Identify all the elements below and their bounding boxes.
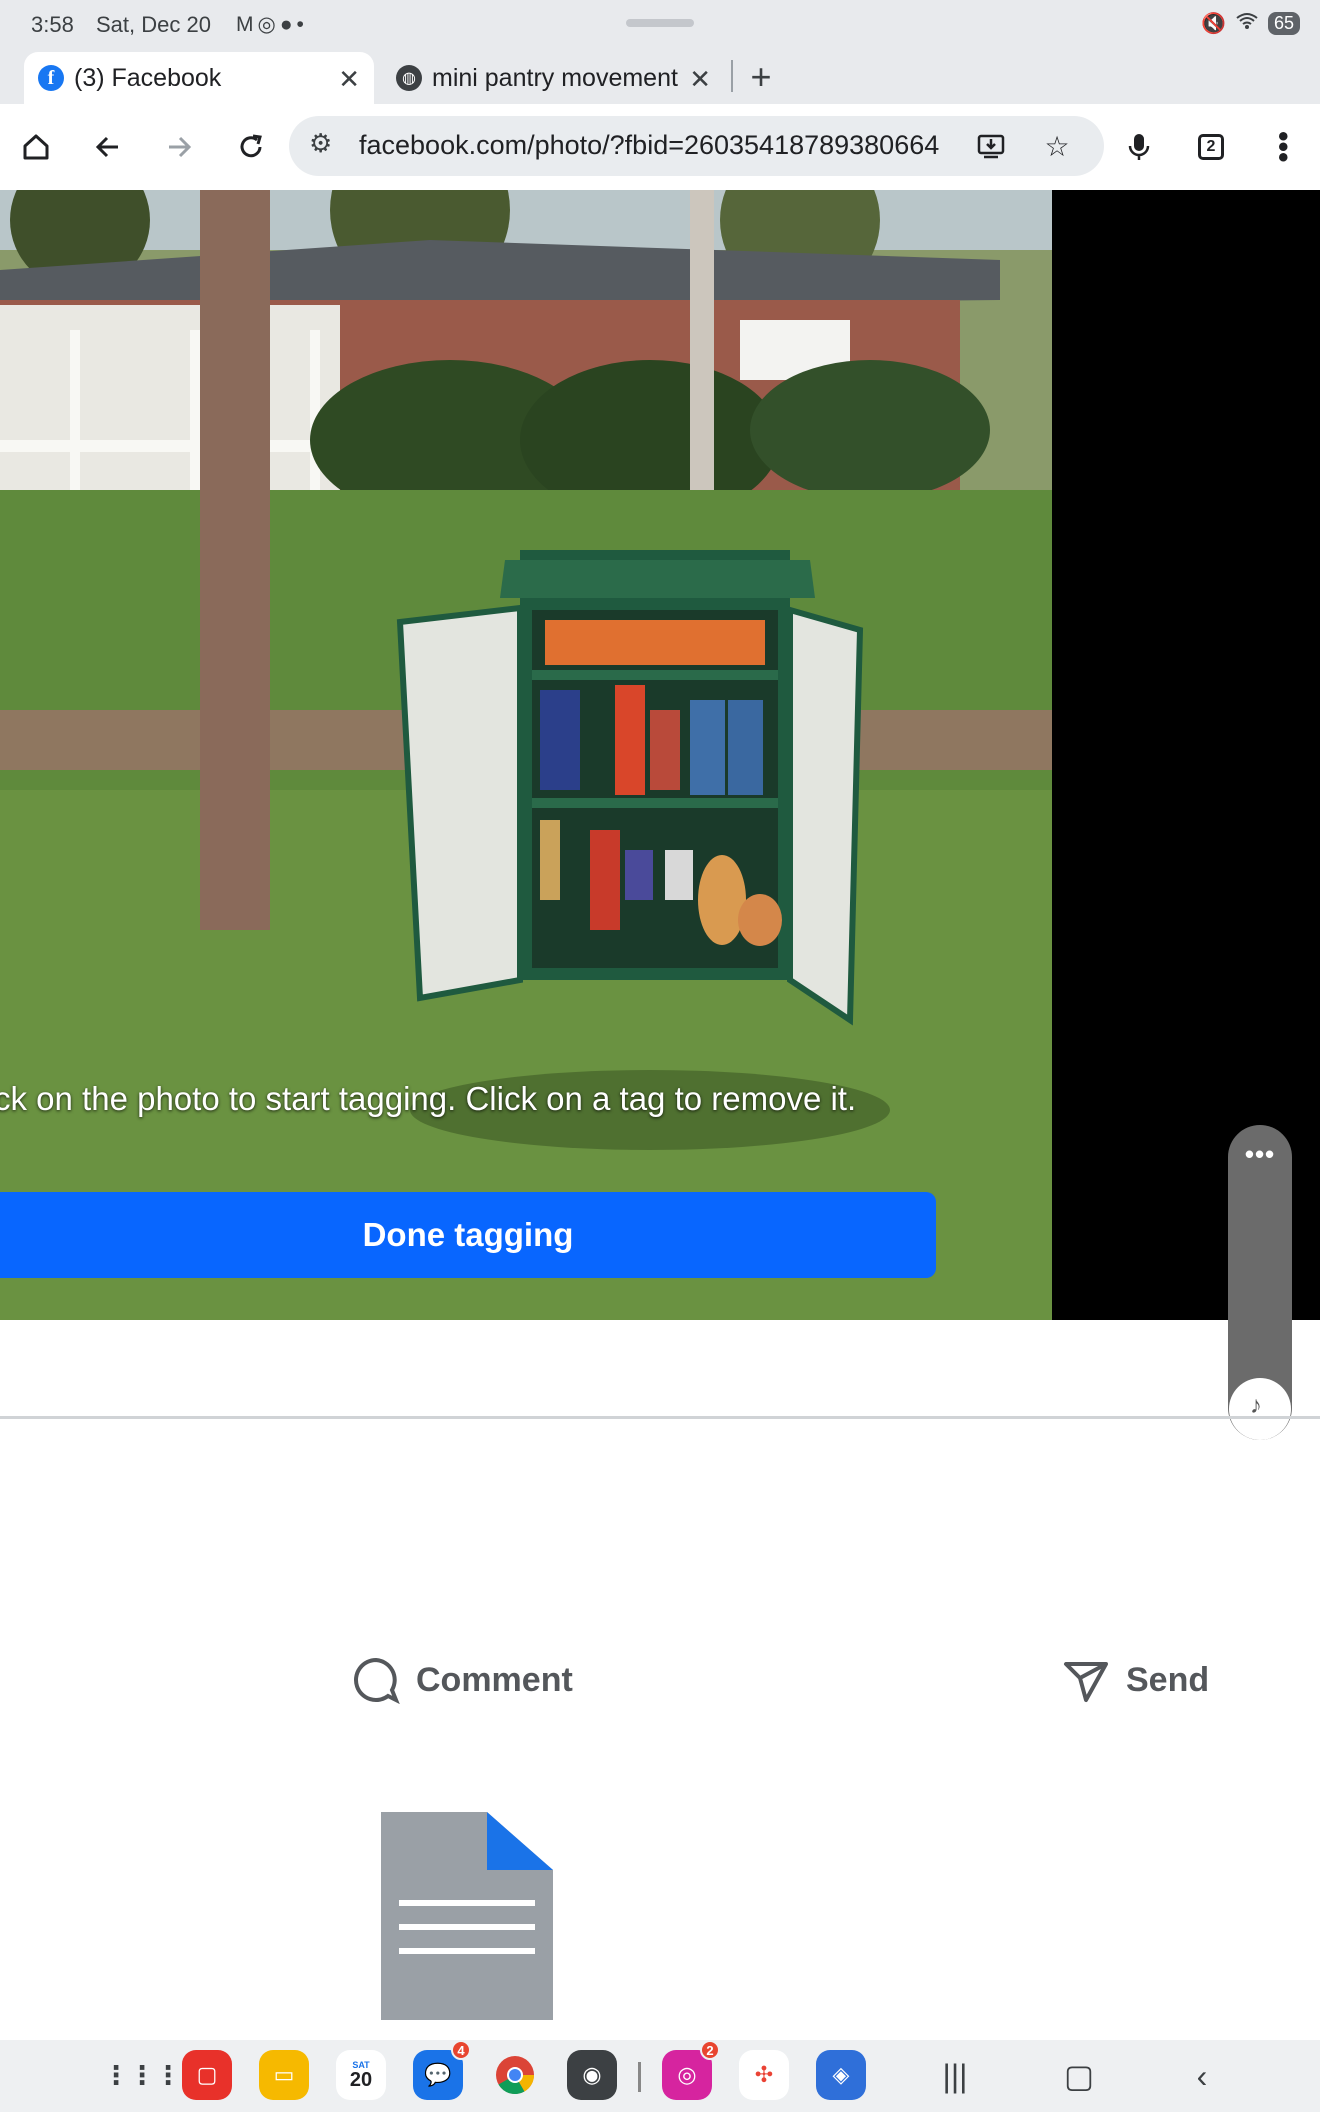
reload-icon <box>240 134 262 158</box>
photos-app-icon[interactable]: ✣ <box>739 2050 789 2100</box>
gmail-icon: M <box>236 13 258 36</box>
app-drawer-icon[interactable]: ⋮⋮⋮ <box>103 2050 181 2100</box>
status-date: Sat, Dec 20 <box>96 12 211 37</box>
install-app-button[interactable] <box>969 124 1013 168</box>
camera-app-icon[interactable]: ◉ <box>567 2050 617 2100</box>
microphone-icon <box>1128 134 1150 160</box>
more-options-icon[interactable]: ••• <box>1228 1139 1292 1170</box>
wifi-icon <box>1236 12 1258 36</box>
tab-facebook[interactable]: f (3) Facebook ✕ <box>24 52 374 104</box>
notification-icons: M◎●• <box>236 12 308 37</box>
done-tagging-button[interactable]: Done tagging <box>0 1192 936 1278</box>
chrome-app-icon[interactable] <box>490 2050 540 2100</box>
comment-label: Comment <box>416 1660 573 1699</box>
document-icon[interactable] <box>381 1812 553 2020</box>
forward-arrow-icon <box>169 136 192 158</box>
home-nav-button[interactable]: ▢ <box>1057 2054 1101 2098</box>
tab-count: 2 <box>1198 134 1224 160</box>
home-icon <box>23 134 49 160</box>
tab-strip: f (3) Facebook ✕ ◍ mini pantry movement … <box>0 52 1320 104</box>
download-to-device-icon <box>977 134 1005 159</box>
notes-app-icon[interactable]: ▢ <box>182 2050 232 2100</box>
system-icons: 🔇 65 <box>1201 11 1300 36</box>
site-settings-icon[interactable]: ⚙ <box>309 128 332 159</box>
files-app-icon[interactable]: ▭ <box>259 2050 309 2100</box>
globe-icon: ◍ <box>396 65 422 91</box>
send-icon <box>1064 1662 1108 1702</box>
facebook-icon: f <box>38 65 64 91</box>
home-circle-icon: ▢ <box>1063 2058 1095 2094</box>
address-bar[interactable]: ⚙ facebook.com/photo/?fbid=2603541878938… <box>289 116 1104 176</box>
close-tab-icon[interactable]: ✕ <box>689 64 711 95</box>
home-button[interactable] <box>11 122 61 172</box>
tab-title: mini pantry movement <box>432 63 678 92</box>
section-divider <box>0 1416 1320 1419</box>
recent-apps-button[interactable]: ||| <box>933 2054 977 2098</box>
pantry-photo[interactable]: ck on the photo to start tagging. Click … <box>0 190 1052 1320</box>
tab-switcher-button[interactable]: 2 <box>1186 122 1236 172</box>
voice-search-button[interactable] <box>1114 122 1164 172</box>
close-tab-icon[interactable]: ✕ <box>338 64 360 95</box>
dock-separator <box>638 2062 641 2092</box>
dot-icon: • <box>296 13 308 36</box>
send-label: Send <box>1126 1660 1210 1699</box>
instagram-app-icon[interactable]: ◎ 2 <box>662 2040 720 2100</box>
bookmark-button[interactable]: ☆ <box>1035 124 1079 168</box>
chrome-logo <box>496 2056 535 2095</box>
star-icon: ☆ <box>1044 130 1070 162</box>
store-app-icon[interactable]: ◈ <box>816 2050 866 2100</box>
messages-app-icon[interactable]: 💬 4 <box>413 2040 471 2100</box>
recents-icon: ||| <box>942 2057 968 2094</box>
tab-title: (3) Facebook <box>74 63 222 92</box>
back-button[interactable] <box>83 122 133 172</box>
browser-menu-button[interactable]: ••• <box>1258 122 1308 172</box>
messages-icon: ● <box>279 13 297 36</box>
pantry-photo-illustration <box>0 190 1052 1320</box>
comment-button[interactable]: Comment <box>352 1656 573 1704</box>
url-text[interactable]: facebook.com/photo/?fbid=260354187893806… <box>359 130 949 161</box>
reload-button[interactable] <box>226 122 276 172</box>
new-tab-button[interactable]: + <box>746 56 776 98</box>
battery-indicator: 65 <box>1267 12 1300 35</box>
back-arrow-icon <box>95 136 118 158</box>
window-handle[interactable] <box>626 19 694 27</box>
instagram-icon: ◎ <box>257 13 280 36</box>
tagging-hint: ck on the photo to start tagging. Click … <box>0 1080 857 1117</box>
chevron-left-icon: ‹ <box>1196 2057 1208 2094</box>
back-nav-button[interactable]: ‹ <box>1180 2054 1224 2098</box>
status-time: 3:58 <box>31 12 74 37</box>
send-button[interactable]: Send <box>1062 1656 1209 1704</box>
floating-side-panel-handle[interactable]: ••• ♪ <box>1228 1125 1292 1440</box>
system-navigation-bar: ⋮⋮⋮ ▢ ▭ SAT 20 💬 4 ◉ ◎ 2 ✣ ◈ ||| ▢ ‹ <box>0 2040 1320 2112</box>
forward-button[interactable] <box>154 122 204 172</box>
instagram-badge: 2 <box>700 2040 720 2060</box>
messages-badge: 4 <box>451 2040 471 2060</box>
browser-toolbar: ⚙ facebook.com/photo/?fbid=2603541878938… <box>0 104 1320 190</box>
more-vert-icon: ••• <box>1266 131 1300 163</box>
photo-viewer: ck on the photo to start tagging. Click … <box>0 190 1320 1440</box>
comment-icon <box>354 1657 400 1704</box>
mute-icon: 🔇 <box>1201 13 1226 35</box>
tab-mini-pantry[interactable]: ◍ mini pantry movement ✕ <box>390 52 725 104</box>
calendar-app-icon[interactable]: SAT 20 <box>336 2050 386 2100</box>
calendar-date: 20 <box>349 2068 373 2091</box>
status-bar: 3:58 Sat, Dec 20 M◎●• 🔇 65 <box>0 0 1320 52</box>
tab-separator <box>731 60 733 92</box>
